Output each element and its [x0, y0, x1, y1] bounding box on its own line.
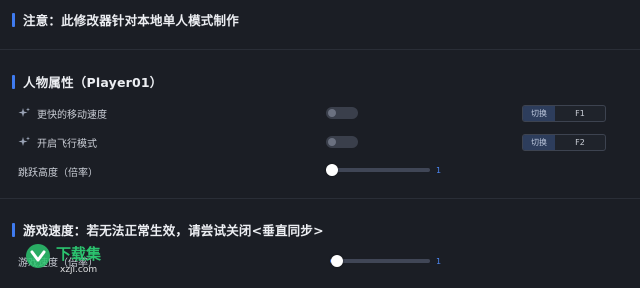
- option-row-fast-move: 更快的移动速度: [18, 103, 107, 123]
- watermark-logo-icon: 下载集 xzji.com: [26, 244, 102, 275]
- player-section-header: 人物属性（Player01）: [12, 72, 162, 91]
- option-label: 开启飞行模式: [37, 138, 97, 150]
- option-label: 跳跃高度（倍率）: [18, 167, 98, 179]
- fast-move-toggle[interactable]: [326, 107, 358, 119]
- accent-bar: [12, 12, 15, 27]
- accent-bar: [12, 74, 15, 89]
- hotkey-switch-button[interactable]: 切换: [523, 135, 555, 150]
- option-row-jump-height: 跳跃高度（倍率）: [18, 161, 98, 181]
- divider: [0, 49, 640, 50]
- svg-text:下载集: 下载集: [56, 245, 102, 263]
- accent-bar: [12, 222, 15, 237]
- sparkle-icon: [18, 136, 30, 146]
- option-row-flight-mode: 开启飞行模式: [18, 132, 97, 152]
- flight-mode-toggle[interactable]: [326, 136, 358, 148]
- notice-header: 注意：此修改器针对本地单人模式制作: [12, 10, 239, 29]
- jump-height-value: 1: [436, 166, 442, 175]
- hotkey-key: F2: [575, 138, 585, 147]
- site-watermark: 下载集 xzji.com: [24, 240, 120, 276]
- speed-section-header: 游戏速度：若无法正常生效，请尝试关闭<垂直同步>: [12, 220, 324, 239]
- game-speed-slider[interactable]: [330, 255, 430, 267]
- fast-move-hotkey[interactable]: 切换 F1: [522, 105, 606, 122]
- svg-text:xzji.com: xzji.com: [60, 265, 97, 275]
- player-section-title: 人物属性（Player01）: [23, 75, 163, 90]
- hotkey-switch-button[interactable]: 切换: [523, 106, 555, 121]
- flight-mode-hotkey[interactable]: 切换 F2: [522, 134, 606, 151]
- option-label: 更快的移动速度: [37, 109, 107, 121]
- divider: [0, 198, 640, 199]
- hotkey-key: F1: [575, 109, 585, 118]
- toggle-knob: [328, 138, 336, 146]
- speed-section-title: 游戏速度：若无法正常生效，请尝试关闭<垂直同步>: [23, 223, 324, 238]
- game-speed-value: 1: [436, 257, 442, 266]
- sparkle-icon: [18, 107, 30, 117]
- slider-thumb[interactable]: [331, 255, 343, 267]
- jump-height-slider[interactable]: [326, 164, 430, 176]
- notice-title: 注意：此修改器针对本地单人模式制作: [23, 13, 239, 28]
- toggle-knob: [328, 109, 336, 117]
- slider-thumb[interactable]: [326, 164, 338, 176]
